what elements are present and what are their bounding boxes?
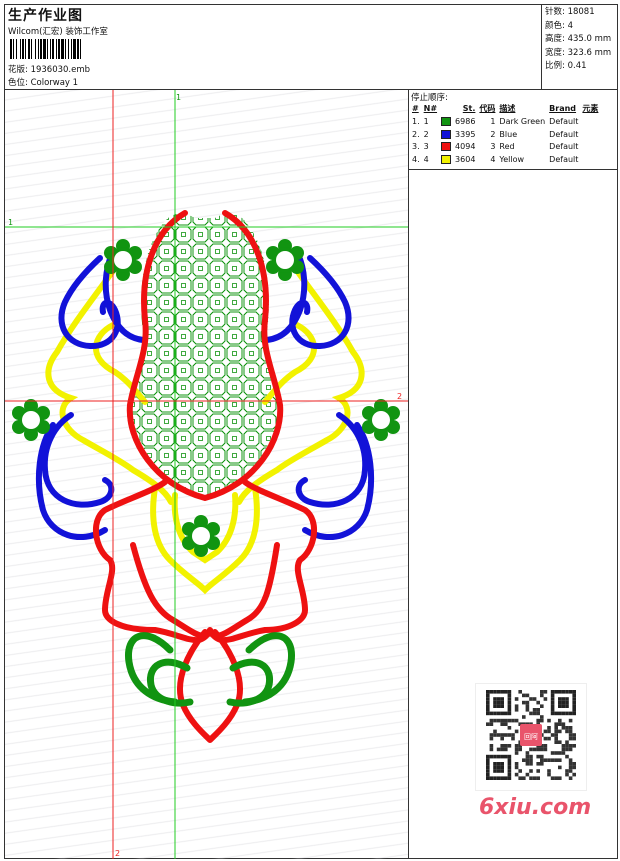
design-file-line: 花版: 1936030.emb [8,63,90,75]
col-description: 描述 [499,104,516,113]
page-title: 生产作业图 [8,8,83,24]
table-row[interactable]: 1. 1 6986 1 Dark Green Default [410,115,600,128]
colorway-value: Colorway 1 [30,78,79,88]
stat-height: 高度: 435.0 mm [545,34,612,44]
table-row[interactable]: 2. 2 3395 2 Blue Default [410,128,600,141]
stop-table-header: # N# St. 代码 描述 Brand 元素 [410,102,600,115]
stat-scale: 比例: 0.41 [545,61,587,71]
embroidery-preview[interactable]: 1 1 2 2 [5,90,409,859]
col-element: 元素 [582,104,599,113]
green-loops [125,632,295,707]
watermark-logo: 6xiu.com [479,795,592,820]
stat-width: 宽度: 323.6 mm [545,47,612,58]
header-info: 生产作业图 Wilcom(汇宏) 装饰工作室 花版: 1936030.emb 色… [5,5,541,90]
stop-sequence-panel: 停止顺序: # N# St. 代码 描述 Brand 元素 1. 1 6986 … [409,90,617,170]
guide-label-red-v: 2 [115,849,120,858]
stat-stitches: 针数: 18081 [545,7,595,17]
guide-label-green-h: 1 [8,218,13,227]
color-swatch [441,142,452,152]
stat-colors: 颜色: 4 [545,20,573,31]
col-index: # [412,104,419,113]
color-swatch [441,129,452,139]
color-swatch [441,155,452,165]
stat-colors-value: 4 [567,20,573,31]
guide-label-red-h: 2 [397,392,402,401]
table-row[interactable]: 4. 4 3604 4 Yellow Default [410,153,600,166]
col-needle: N# [423,104,438,113]
barcode-bar [81,39,83,59]
guide-label-green-v: 1 [176,93,181,102]
colorway-line: 色位: Colorway 1 [8,76,78,88]
qr-code-image: 回阿 [475,683,587,791]
barcode [10,39,140,59]
design-value: 1936030.emb [30,65,91,75]
stat-stitches-value: 18081 [567,7,595,17]
table-row[interactable]: 3. 3 4094 3 Red Default [410,141,600,154]
stop-sequence-table: # N# St. 代码 描述 Brand 元素 1. 1 6986 1 Dark… [410,102,600,166]
flower-mid-right [362,399,400,441]
qr-center-badge-text: 回阿 [524,732,538,741]
stat-height-value: 435.0 mm [567,34,612,44]
embroidery-design: 1 1 2 2 [5,90,408,859]
worksheet-header: 生产作业图 Wilcom(汇宏) 装饰工作室 花版: 1936030.emb 色… [5,5,617,90]
stat-width-value: 323.6 mm [567,47,612,58]
qr-code-icon: 回阿 [486,690,576,780]
production-worksheet: 生产作业图 Wilcom(汇宏) 装饰工作室 花版: 1936030.emb 色… [4,4,618,859]
studio-name: Wilcom(汇宏) 装饰工作室 [8,27,108,37]
color-swatch [441,116,452,126]
design-label: 花版: [8,65,28,75]
col-brand: Brand [549,104,577,113]
col-code: 代码 [479,104,496,113]
design-stats: 针数: 18081 颜色: 4 高度: 435.0 mm 宽度: 323.6 m… [541,5,617,90]
colorway-label: 色位: [8,78,28,88]
col-stitches: St. [462,104,476,113]
stat-scale-value: 0.41 [567,61,587,71]
